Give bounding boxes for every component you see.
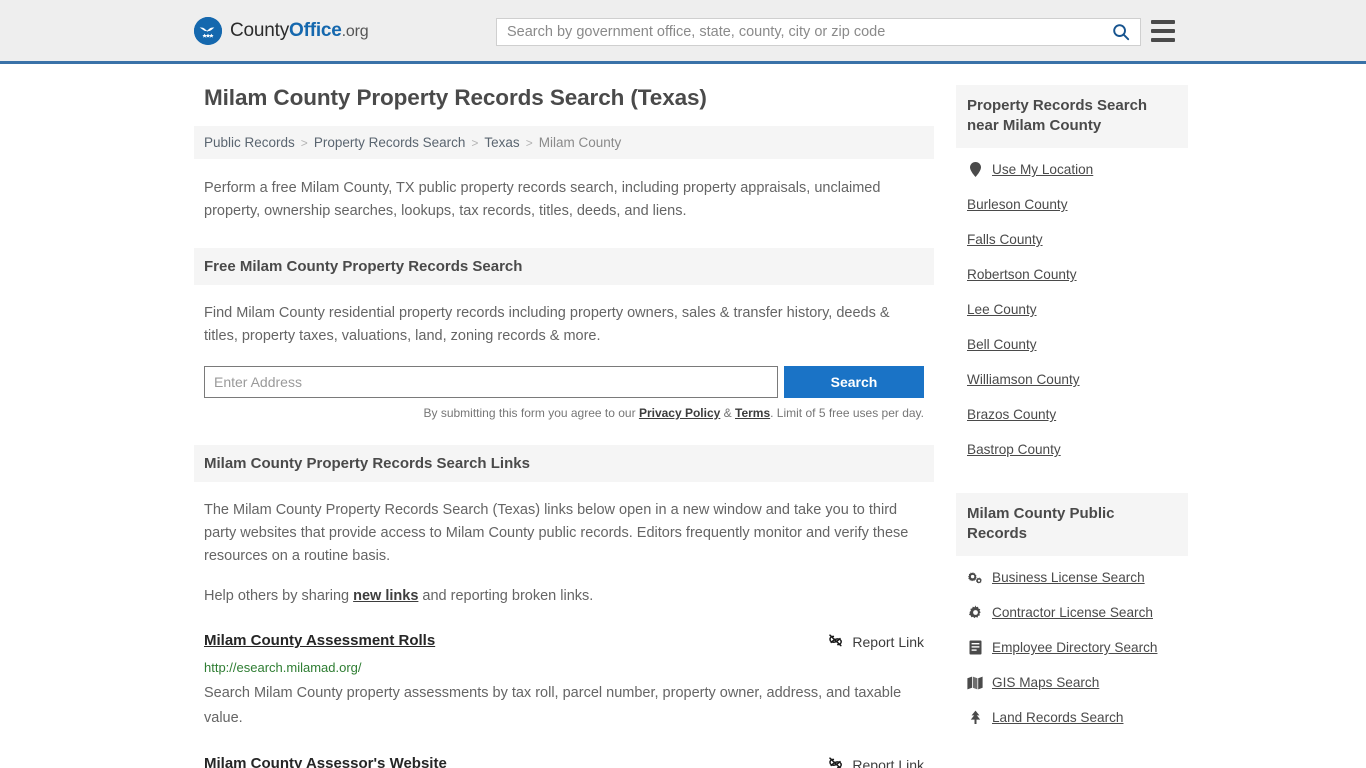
logo-text-org: .org — [341, 22, 369, 40]
result-description: Search Milam County property assessments… — [204, 685, 902, 726]
report-link-button[interactable]: Report Link — [813, 632, 924, 652]
address-input[interactable] — [204, 366, 778, 398]
cogs-icon — [967, 571, 983, 585]
new-links-link[interactable]: new links — [353, 588, 418, 604]
report-link-button[interactable]: Report Link — [813, 755, 924, 768]
page-title: Milam County Property Records Search (Te… — [204, 85, 707, 110]
sidebar-item-falls-county[interactable]: Falls County — [956, 222, 1188, 257]
terms-link[interactable]: Terms — [735, 406, 770, 420]
map-pin-icon — [967, 162, 983, 177]
site-header: CountyOffice.org — [0, 0, 1366, 64]
result-item: Milam County Assessment Rolls Report Lin… — [204, 632, 924, 731]
map-icon — [967, 676, 983, 690]
sidebar-link-robertson-county[interactable]: Robertson County — [967, 267, 1077, 282]
main-content: Milam County Property Records Search (Te… — [194, 64, 934, 768]
result-item: Milam County Assessor's Website Report L… — [204, 755, 924, 768]
sidebar-item-bell-county[interactable]: Bell County — [956, 327, 1188, 362]
broken-link-icon — [827, 632, 844, 652]
gear-icon — [967, 605, 983, 620]
nearby-counties-panel: Property Records Search near Milam Count… — [956, 85, 1188, 467]
sidebar-item-burleson-county[interactable]: Burleson County — [956, 187, 1188, 222]
sidebar-link-falls-county[interactable]: Falls County — [967, 232, 1043, 247]
sidebar-link-business-license-search[interactable]: Business License Search — [992, 570, 1145, 585]
disclaimer-amp: & — [720, 406, 735, 420]
result-url: http://esearch.milamad.org/ — [204, 660, 362, 675]
form-disclaimer: By submitting this form you agree to our… — [204, 406, 925, 420]
report-link-label: Report Link — [852, 757, 924, 768]
sidebar-item-robertson-county[interactable]: Robertson County — [956, 257, 1188, 292]
sidebar-link-bastrop-county[interactable]: Bastrop County — [967, 442, 1061, 457]
disclaimer-prefix: By submitting this form you agree to our — [423, 406, 639, 420]
sidebar-link-contractor-license-search[interactable]: Contractor License Search — [992, 605, 1153, 620]
hamburger-bar — [1151, 38, 1175, 42]
free-search-description: Find Milam County residential property r… — [204, 305, 890, 344]
sidebar-link-employee-directory-search[interactable]: Employee Directory Search — [992, 640, 1157, 655]
intro-paragraph: Perform a free Milam County, TX public p… — [204, 180, 881, 219]
sidebar-link-land-records-search[interactable]: Land Records Search — [992, 710, 1123, 725]
public-records-list: Business License Search Contractor Licen… — [956, 556, 1188, 735]
sidebar-item-brazos-county[interactable]: Brazos County — [956, 397, 1188, 432]
eagle-shield-stars-logo-icon — [194, 16, 222, 45]
sidebar-item-contractor-license-search[interactable]: Contractor License Search — [956, 595, 1188, 630]
sidebar-link-burleson-county[interactable]: Burleson County — [967, 197, 1068, 212]
tree-icon — [967, 710, 983, 725]
site-logo[interactable]: CountyOffice.org — [194, 16, 369, 45]
links-section-heading: Milam County Property Records Search Lin… — [194, 445, 934, 482]
breadcrumb-item-public-records[interactable]: Public Records — [204, 135, 295, 150]
address-search-button[interactable]: Search — [784, 366, 924, 398]
hamburger-menu-icon[interactable] — [1151, 20, 1175, 42]
sidebar-item-use-my-location[interactable]: Use My Location — [956, 152, 1188, 187]
sidebar-link-gis-maps-search[interactable]: GIS Maps Search — [992, 675, 1099, 690]
result-header: Milam County Assessment Rolls Report Lin… — [204, 632, 924, 652]
address-search-form: Search — [204, 366, 924, 398]
free-search-heading: Free Milam County Property Records Searc… — [194, 248, 934, 285]
result-title-link[interactable]: Milam County Assessment Rolls — [204, 632, 435, 649]
report-link-label: Report Link — [852, 634, 924, 650]
breadcrumb-separator-icon: > — [300, 135, 308, 150]
breadcrumb-item-milam-county: Milam County — [538, 135, 622, 150]
logo-wordmark: CountyOffice.org — [230, 19, 369, 42]
page-body: Milam County Property Records Search (Te… — [0, 64, 1366, 768]
sidebar-item-lee-county[interactable]: Lee County — [956, 292, 1188, 327]
result-title-link[interactable]: Milam County Assessor's Website — [204, 755, 447, 768]
result-header: Milam County Assessor's Website Report L… — [204, 755, 924, 768]
privacy-policy-link[interactable]: Privacy Policy — [639, 406, 720, 420]
sidebar-item-gis-maps-search[interactable]: GIS Maps Search — [956, 665, 1188, 700]
search-input[interactable] — [497, 19, 1102, 45]
disclaimer-suffix: . Limit of 5 free uses per day. — [770, 406, 924, 420]
search-icon[interactable] — [1102, 19, 1140, 45]
header-search-bar — [496, 18, 1141, 46]
breadcrumb-separator-icon: > — [525, 135, 533, 150]
sidebar-link-bell-county[interactable]: Bell County — [967, 337, 1037, 352]
breadcrumb-item-property-records-search[interactable]: Property Records Search — [314, 135, 466, 150]
sidebar-item-williamson-county[interactable]: Williamson County — [956, 362, 1188, 397]
links-section-paragraph: The Milam County Property Records Search… — [204, 502, 909, 564]
links-section-help: Help others by sharing new links and rep… — [204, 585, 924, 608]
nearby-counties-heading: Property Records Search near Milam Count… — [956, 85, 1188, 148]
sidebar-link-lee-county[interactable]: Lee County — [967, 302, 1037, 317]
sidebar-item-land-records-search[interactable]: Land Records Search — [956, 700, 1188, 735]
nearby-counties-list: Use My Location Burleson County Falls Co… — [956, 148, 1188, 467]
logo-text-office: Office — [289, 19, 342, 41]
sidebar-link-williamson-county[interactable]: Williamson County — [967, 372, 1080, 387]
id-card-icon — [967, 640, 983, 655]
logo-text-county: County — [230, 19, 290, 41]
public-records-panel: Milam County Public Records Business Lic… — [956, 493, 1188, 735]
hamburger-bar — [1151, 29, 1175, 33]
broken-link-icon — [827, 755, 844, 768]
sidebar: Property Records Search near Milam Count… — [956, 64, 1188, 768]
sidebar-link-use-my-location[interactable]: Use My Location — [992, 162, 1093, 177]
breadcrumb-item-texas[interactable]: Texas — [484, 135, 519, 150]
public-records-heading: Milam County Public Records — [956, 493, 1188, 556]
hamburger-bar — [1151, 20, 1175, 24]
help-prefix: Help others by sharing — [204, 588, 354, 604]
sidebar-item-bastrop-county[interactable]: Bastrop County — [956, 432, 1188, 467]
sidebar-link-brazos-county[interactable]: Brazos County — [967, 407, 1056, 422]
sidebar-item-business-license-search[interactable]: Business License Search — [956, 560, 1188, 595]
sidebar-item-employee-directory-search[interactable]: Employee Directory Search — [956, 630, 1188, 665]
breadcrumb: Public Records > Property Records Search… — [194, 126, 934, 159]
help-suffix: and reporting broken links. — [418, 588, 594, 604]
breadcrumb-separator-icon: > — [471, 135, 479, 150]
